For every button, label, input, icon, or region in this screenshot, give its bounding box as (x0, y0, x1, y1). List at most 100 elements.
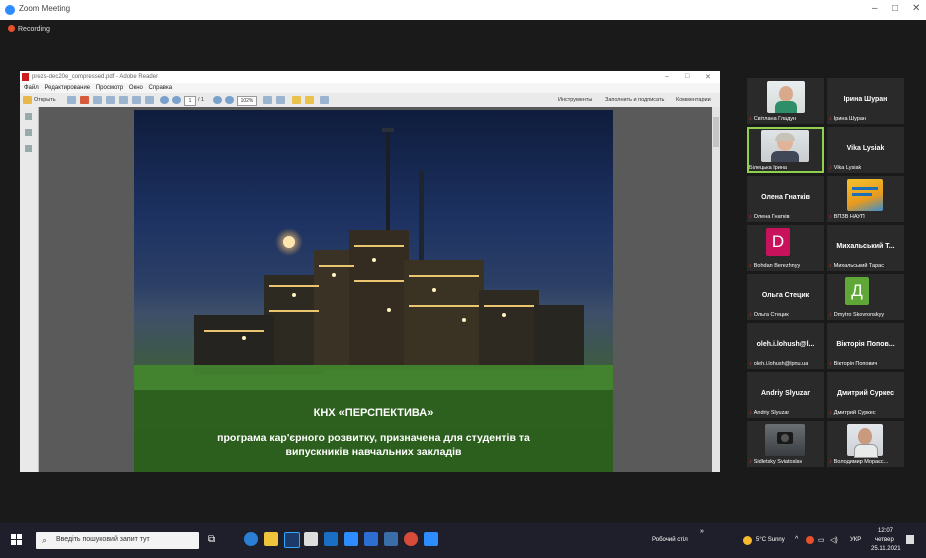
next-page-icon[interactable] (172, 96, 181, 104)
mic-muted-icon: ♪ (829, 459, 832, 465)
participant-tile[interactable]: D ♪ Bohdan Berezhnyy (747, 225, 824, 271)
clock-day[interactable]: четвер (875, 537, 894, 543)
participant-tile[interactable]: Михальський Т... ♪ Михальський Тарас (827, 225, 904, 271)
participant-tile[interactable]: Д ♪ Dmytro Skovronskyy (827, 274, 904, 320)
folder-icon[interactable] (23, 96, 32, 104)
participant-tile-active-speaker[interactable]: Білецька Ірина (747, 127, 824, 173)
participant-tile[interactable]: Andriy Slyuzar ♪ Andriy Slyuzar (747, 372, 824, 418)
search-icon: ⌕ (42, 535, 48, 545)
menu-file[interactable]: Файл (24, 85, 39, 91)
clock-time[interactable]: 12:07 (878, 528, 893, 534)
app-icon[interactable] (364, 532, 378, 546)
chrome-icon[interactable] (404, 532, 418, 546)
participant-tile[interactable]: ♪ Володимир Мораєс... (827, 421, 904, 467)
desktop-toolbar-label[interactable]: Робочий стіл (652, 537, 688, 543)
adobe-minimize-icon[interactable]: – (665, 73, 669, 80)
file-explorer-icon[interactable] (264, 532, 278, 546)
minimize-button[interactable]: – (872, 3, 878, 14)
participant-tile[interactable]: oleh.i.lohush@l... ♪ oleh.i.lohush@lpnu.u… (747, 323, 824, 369)
participant-tile[interactable]: ♪ ВПЗВ НАУП (827, 176, 904, 222)
toolbar-expand-icon[interactable]: » (700, 528, 704, 535)
participant-tile[interactable]: Дмитрий Суркес ♪ Дмитрий Суркес (827, 372, 904, 418)
mic-muted-icon: ♪ (749, 361, 752, 367)
fill-sign-button[interactable]: Заполнить и подписать (605, 97, 664, 103)
zoom-app-icon[interactable] (344, 532, 358, 546)
comment-icon[interactable] (292, 96, 301, 104)
participant-tile[interactable]: ♪ Світлана Гладун (747, 78, 824, 124)
participant-label: Білецька Ірина (749, 165, 787, 171)
participant-tile[interactable]: Олена Гнатків ♪ Олена Гнатків (747, 176, 824, 222)
recording-indicator[interactable]: Recording (8, 25, 50, 33)
adobe-maximize-icon[interactable]: □ (685, 73, 689, 80)
participant-tile[interactable]: Vika Lysiak ♪ Vika Lysiak (827, 127, 904, 173)
zoom-out-icon[interactable] (213, 96, 222, 104)
print-icon[interactable] (132, 96, 141, 104)
recording-tray-icon[interactable] (806, 536, 814, 544)
expand-icon[interactable] (320, 96, 329, 104)
language-indicator[interactable]: УКР (850, 537, 861, 543)
participant-label: ♪ Bohdan Berezhnyy (749, 263, 801, 269)
notifications-icon[interactable] (906, 535, 914, 544)
email-icon[interactable] (145, 96, 154, 104)
attachments-icon[interactable] (25, 129, 32, 136)
participant-label: ♪ Ірина Шуран (829, 116, 866, 122)
tools-button[interactable]: Инструменты (558, 97, 592, 103)
close-button[interactable]: ✕ (912, 3, 920, 14)
participant-tile[interactable]: Ірина Шуран ♪ Ірина Шуран (827, 78, 904, 124)
edge-icon[interactable] (244, 532, 258, 546)
fit-width-icon[interactable] (276, 96, 285, 104)
page-number-input[interactable]: 1 (184, 96, 196, 106)
volume-icon[interactable]: ◁) (830, 536, 838, 544)
menu-edit[interactable]: Редактирование (44, 85, 90, 91)
pdf-icon (22, 73, 29, 81)
participant-tile[interactable]: Ольга Стецик ♪ Ольга Стецик (747, 274, 824, 320)
mail-icon[interactable] (324, 532, 338, 546)
save-icon[interactable] (119, 96, 128, 104)
weather-text[interactable]: 5°C Sunny (756, 537, 785, 543)
mic-muted-icon: ♪ (829, 361, 832, 367)
windows-start-icon[interactable] (11, 534, 23, 546)
zoom-running-icon[interactable] (424, 532, 438, 546)
menu-help[interactable]: Справка (149, 85, 173, 91)
pages-panel-icon[interactable] (25, 113, 32, 120)
create-icon[interactable] (67, 96, 76, 104)
mic-muted-icon: ♪ (749, 263, 752, 269)
mic-muted-icon: ♪ (829, 116, 832, 122)
menu-view[interactable]: Просмотр (96, 85, 123, 91)
taskbar-search-box[interactable]: ⌕ Введіть пошуковий запит тут (36, 532, 199, 549)
task-view-icon[interactable]: ⧉ (208, 534, 215, 545)
participant-label: ♪ Andriy Slyuzar (749, 410, 790, 416)
menu-window[interactable]: Окно (129, 85, 143, 91)
photoshop-icon[interactable] (284, 532, 300, 548)
network-icon[interactable]: ▭ (818, 536, 825, 544)
edit-icon[interactable] (93, 96, 102, 104)
participant-label: ♪ oleh.i.lohush@lpnu.ua (749, 361, 809, 367)
layers-icon[interactable] (25, 145, 32, 152)
zoom-input[interactable]: 102% (237, 96, 257, 106)
tray-expand-icon[interactable]: ^ (795, 536, 798, 543)
comments-button[interactable]: Комментарии (676, 97, 711, 103)
scrollbar-thumb[interactable] (713, 117, 719, 147)
participant-photo (847, 424, 883, 458)
share-icon[interactable] (106, 96, 115, 104)
pinned-app-icon[interactable] (384, 532, 398, 546)
adobe-close-icon[interactable]: ✕ (705, 73, 711, 81)
document-scrollbar[interactable] (712, 107, 720, 472)
zoom-in-icon[interactable] (225, 96, 234, 104)
convert-icon[interactable] (80, 96, 89, 104)
participant-label: ♪ Світлана Гладун (749, 116, 797, 122)
participant-label: ♪ Дмитрий Суркес (829, 410, 876, 416)
prev-page-icon[interactable] (160, 96, 169, 104)
highlight-icon[interactable] (305, 96, 314, 104)
participant-tile[interactable]: ♪ Sidletsky Sviatoslav (747, 421, 824, 467)
open-button[interactable]: Открыть (34, 97, 56, 103)
participant-tile[interactable]: Вікторія Попов... ♪ Вікторія Попович (827, 323, 904, 369)
store-icon[interactable] (304, 532, 318, 546)
maximize-button[interactable]: □ (892, 3, 898, 14)
slide-subheading: програма кар'єрного розвитку, призначена… (217, 432, 530, 458)
participant-label: ♪ Михальський Тарас (829, 263, 884, 269)
fit-page-icon[interactable] (263, 96, 272, 104)
clock-date[interactable]: 25.11.2021 (871, 546, 901, 552)
page-total: / 1 (198, 97, 205, 103)
slide-heading: КНХ «ПЕРСПЕКТИВА» (313, 407, 434, 419)
